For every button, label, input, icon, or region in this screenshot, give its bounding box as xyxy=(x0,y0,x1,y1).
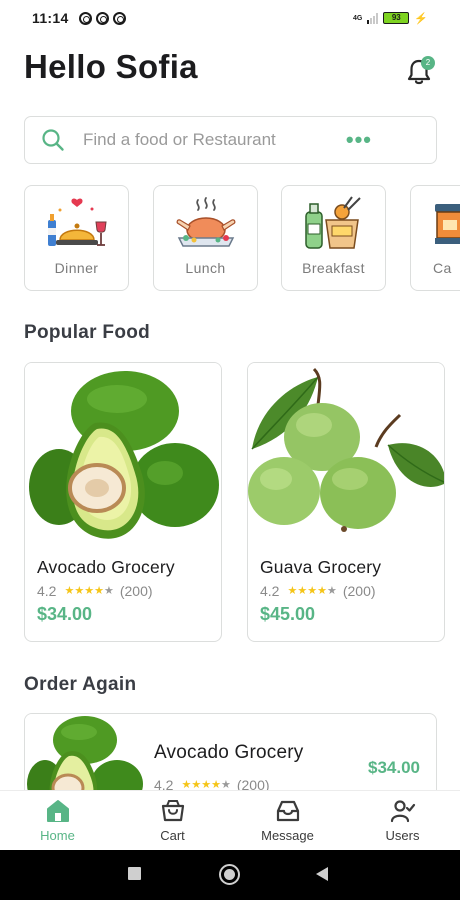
popular-food-title: Popular Food xyxy=(24,322,151,343)
nav-label: Home xyxy=(40,828,75,843)
rating-row: 4.2 ★ ★ ★ ★ ★ (200) xyxy=(260,583,376,599)
category-label: Ca xyxy=(433,260,452,276)
food-price: $45.00 xyxy=(260,604,316,624)
notification-icon xyxy=(78,11,92,25)
notification-icon xyxy=(95,11,109,25)
greeting-title: Hello Sofia xyxy=(24,48,198,85)
star-icon: ★ xyxy=(74,585,85,597)
category-dinner[interactable]: Dinner xyxy=(24,185,129,291)
category-lunch[interactable]: Lunch xyxy=(153,185,258,291)
order-item-name: Avocado Grocery xyxy=(154,742,304,763)
rating-value: 4.2 xyxy=(37,583,57,599)
review-count: (200) xyxy=(342,583,376,599)
star-icon: ★ xyxy=(103,585,114,597)
star-icon: ★ xyxy=(317,585,327,597)
star-icon: ★ xyxy=(287,585,298,597)
signal-icon xyxy=(367,12,379,24)
battery-icon: 93 xyxy=(383,12,410,24)
category-label: Lunch xyxy=(185,260,226,276)
review-count: (200) xyxy=(119,583,153,599)
rating-value: 4.2 xyxy=(260,583,280,599)
order-again-title: Order Again xyxy=(24,674,137,695)
category-label: Breakfast xyxy=(302,260,365,276)
network-type: 4G xyxy=(352,14,363,22)
users-icon xyxy=(390,800,415,823)
nav-cart[interactable]: Cart xyxy=(115,791,230,850)
star-icon: ★ xyxy=(307,585,318,597)
star-icon: ★ xyxy=(64,585,75,597)
category-breakfast[interactable]: Breakfast xyxy=(281,185,386,291)
charging-icon: ⚡ xyxy=(414,12,428,25)
nav-users[interactable]: Users xyxy=(345,791,460,850)
guava-image xyxy=(248,363,444,541)
food-name: Guava Grocery xyxy=(260,557,382,577)
lunch-icon xyxy=(176,197,236,247)
order-item-price: $34.00 xyxy=(368,758,420,777)
home-icon xyxy=(46,800,69,822)
cart-icon xyxy=(161,800,184,822)
food-card-avocado[interactable]: Avocado Grocery 4.2 ★ ★ ★ ★ ★ (200) $34.… xyxy=(24,362,222,642)
cafe-icon xyxy=(435,204,460,244)
food-name: Avocado Grocery xyxy=(37,557,175,577)
status-notification-icons xyxy=(78,11,126,25)
star-rating: ★ ★ ★ ★ ★ xyxy=(287,585,336,597)
nav-label: Message xyxy=(261,828,314,843)
food-card-guava[interactable]: Guava Grocery 4.2 ★ ★ ★ ★ ★ (200) $45.00 xyxy=(247,362,445,642)
star-icon: ★ xyxy=(297,585,308,597)
category-label: Dinner xyxy=(54,260,99,276)
bottom-navigation: Home Cart Message Users xyxy=(0,790,460,850)
breakfast-icon xyxy=(305,196,361,249)
nav-label: Cart xyxy=(160,828,185,843)
search-icon xyxy=(42,129,64,151)
notification-badge: 2 xyxy=(421,56,435,70)
notification-icon xyxy=(112,11,126,25)
nav-label: Users xyxy=(385,828,420,843)
nav-home[interactable]: Home xyxy=(0,791,115,850)
category-cafe[interactable]: Ca xyxy=(410,185,460,291)
category-list[interactable]: Dinner Lunch Breakfast Ca xyxy=(24,185,460,291)
avocado-image xyxy=(25,363,221,541)
search-bar[interactable]: ••• xyxy=(24,116,437,164)
status-bar: 11:14 4G 93 ⚡ xyxy=(0,0,460,36)
system-navigation-bar xyxy=(0,850,460,900)
star-icon: ★ xyxy=(94,585,104,597)
search-input[interactable] xyxy=(83,130,346,150)
back-button[interactable] xyxy=(316,867,328,881)
dinner-icon xyxy=(48,198,107,246)
star-icon: ★ xyxy=(84,585,95,597)
home-button[interactable] xyxy=(219,864,240,885)
status-time: 11:14 xyxy=(32,10,69,26)
nav-message[interactable]: Message xyxy=(230,791,345,850)
notification-button[interactable]: 2 xyxy=(406,56,436,88)
message-icon xyxy=(276,800,299,822)
status-right: 4G 93 ⚡ xyxy=(353,12,428,25)
more-dots-icon[interactable]: ••• xyxy=(346,129,372,151)
star-rating: ★ ★ ★ ★ ★ xyxy=(64,585,113,597)
rating-row: 4.2 ★ ★ ★ ★ ★ (200) xyxy=(37,583,153,599)
food-price: $34.00 xyxy=(37,604,93,624)
recents-button[interactable] xyxy=(128,867,141,880)
star-icon: ★ xyxy=(326,585,337,597)
